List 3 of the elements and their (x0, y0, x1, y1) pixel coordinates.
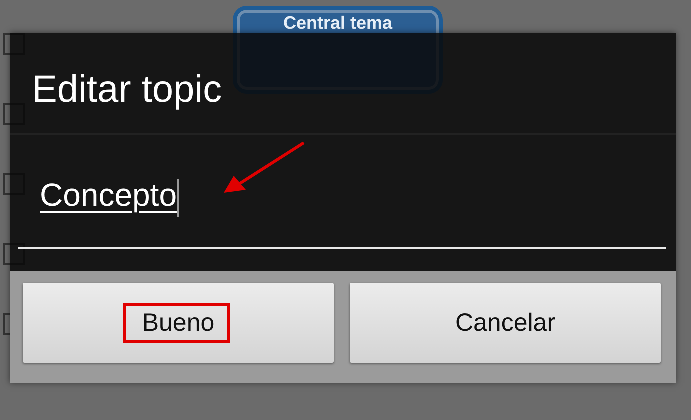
dialog-button[interactable]: Bueno (23, 283, 334, 363)
dialog-button[interactable]: Cancelar (350, 283, 661, 363)
dialog-title: Editar topic (10, 33, 676, 135)
